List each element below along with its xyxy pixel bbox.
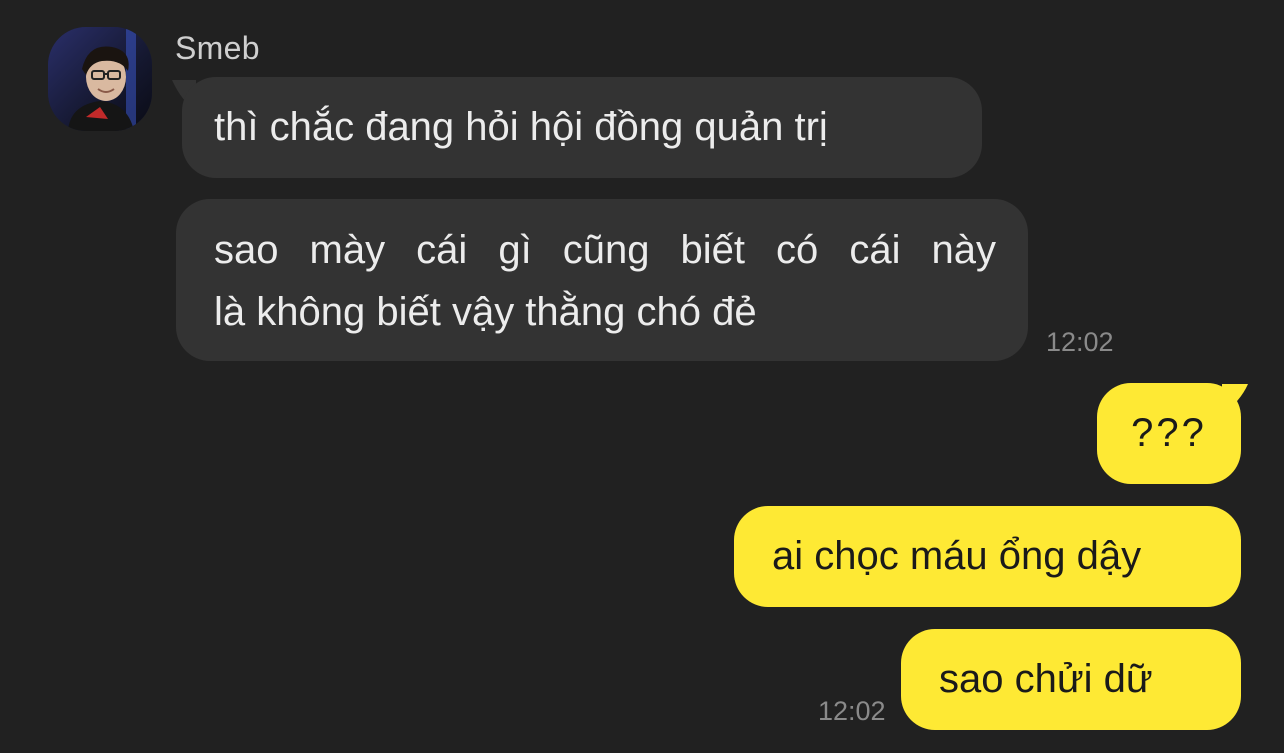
message-text: ai chọc máu ổng dậy	[772, 534, 1142, 578]
message-text: sao chửi dữ	[939, 657, 1153, 701]
message-timestamp: 12:02	[1046, 327, 1114, 357]
incoming-message-bubble[interactable]: sao mày cái gì cũng biết có cái này là k…	[176, 199, 1028, 361]
avatar-photo-icon	[48, 27, 152, 131]
incoming-message-bubble[interactable]: thì chắc đang hỏi hội đồng quản trị	[182, 77, 982, 178]
message-text-line: là không biết vậy thằng chó đẻ	[214, 290, 757, 334]
message-text: thì chắc đang hỏi hội đồng quản trị	[214, 105, 828, 149]
outgoing-message-bubble[interactable]: sao chửi dữ	[901, 629, 1241, 730]
sender-name: Smeb	[175, 30, 260, 66]
message-text-line: sao mày cái gì cũng biết có cái này	[214, 228, 996, 272]
outgoing-message-bubble[interactable]: ???	[1097, 383, 1241, 484]
outgoing-message-bubble[interactable]: ai chọc máu ổng dậy	[734, 506, 1241, 607]
message-timestamp: 12:02	[818, 696, 886, 726]
sender-avatar[interactable]	[48, 27, 152, 131]
message-text: ???	[1131, 411, 1207, 455]
